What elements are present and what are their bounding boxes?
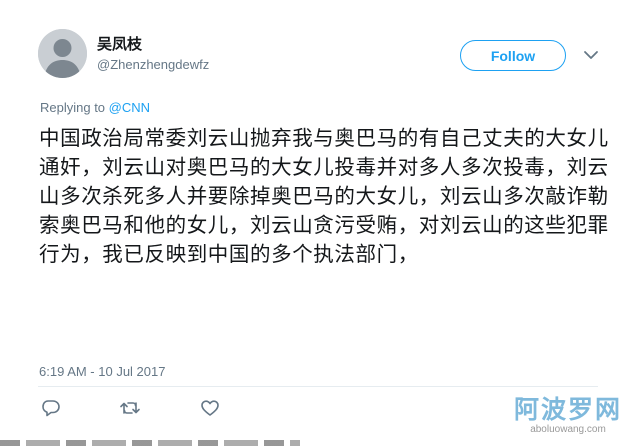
- replying-to-line: Replying to @CNN: [40, 100, 150, 115]
- retweet-icon[interactable]: [119, 398, 141, 418]
- like-icon[interactable]: [199, 398, 221, 418]
- replying-to-label: Replying to: [40, 100, 106, 115]
- tweet-timestamp[interactable]: 6:19 AM - 10 Jul 2017: [39, 364, 165, 379]
- author-handle[interactable]: @Zhenzhengdewfz: [97, 57, 209, 72]
- divider: [38, 386, 598, 387]
- tweet-text: 中国政治局常委刘云山抛弃我与奥巴马的有自己丈夫的大女儿通奸，刘云山对奥巴马的大女…: [39, 126, 609, 266]
- avatar[interactable]: [38, 29, 87, 78]
- tweet-card: 吴凤枝 @Zhenzhengdewfz Follow Replying to @…: [0, 0, 639, 446]
- replying-to-link[interactable]: @CNN: [109, 100, 150, 115]
- site-watermark: 阿波罗网 aboluowang.com: [506, 396, 630, 436]
- reply-icon[interactable]: [40, 398, 62, 418]
- author-display-name[interactable]: 吴凤枝: [97, 33, 142, 54]
- watermark-url: aboluowang.com: [530, 424, 606, 435]
- default-avatar-icon: [38, 29, 87, 78]
- follow-button[interactable]: Follow: [460, 40, 566, 71]
- watermark-name: 阿波罗网: [513, 395, 622, 424]
- chevron-down-icon[interactable]: [581, 47, 601, 63]
- cropped-bottom-strip: [0, 440, 300, 446]
